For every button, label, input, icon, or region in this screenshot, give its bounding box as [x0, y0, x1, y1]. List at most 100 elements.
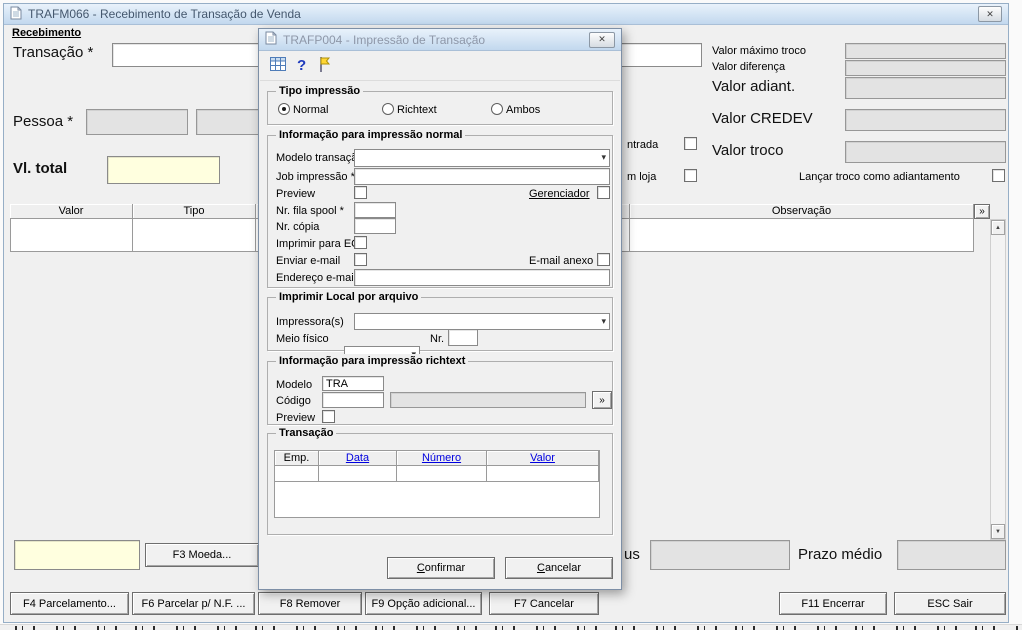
column-header-numero[interactable]: Número [397, 451, 487, 466]
codigo-descricao-field [390, 392, 586, 408]
richtext-preview-label: Preview [276, 412, 316, 424]
valor-adiant-field [845, 77, 1006, 99]
pessoa-field-1 [86, 109, 188, 135]
codigo-lookup-button[interactable]: » [592, 391, 612, 409]
f9-opcao-adicional-button[interactable]: F9 Opção adicional... [365, 592, 482, 615]
print-dialog: TRAFP004 - Impressão de Transação ✕ ? Ti… [258, 28, 622, 590]
email-anexo-label: E-mail anexo [529, 255, 594, 267]
main-window-title: TRAFM066 - Recebimento de Transação de V… [28, 7, 301, 21]
table-cell[interactable] [275, 466, 319, 482]
nr-label: Nr. [430, 333, 445, 345]
imprimir-local-group: Imprimir Local por arquivo Impressora(s)… [267, 290, 613, 363]
f7-cancelar-button[interactable]: F7 Cancelar [489, 592, 599, 615]
em-loja-checkbox[interactable] [684, 169, 697, 182]
modelo-label: Modelo [276, 379, 313, 391]
nr-input[interactable] [448, 329, 478, 346]
dialog-close-button[interactable]: ✕ [589, 31, 615, 48]
grid-expand-button[interactable]: » [974, 204, 990, 219]
f3-moeda-button[interactable]: F3 Moeda... [145, 543, 259, 567]
screen: TRAFM066 - Recebimento de Transação de V… [0, 0, 1022, 630]
total-pago-input[interactable] [14, 540, 140, 570]
imprimir-ecf-label: Imprimir para ECF [276, 238, 366, 250]
vl-total-input[interactable] [107, 156, 220, 184]
column-header-tipo[interactable]: Tipo [133, 204, 256, 219]
tipo-impressao-legend: Tipo impressão [276, 84, 364, 98]
imprimir-ecf-checkbox[interactable] [354, 236, 367, 249]
document-icon [265, 31, 277, 48]
dialog-title: TRAFP004 - Impressão de Transação [283, 32, 486, 47]
transacao-grid[interactable]: Emp. Data Número Valor [274, 450, 600, 518]
chevron-down-icon: ▾ [601, 315, 606, 326]
scroll-down-button[interactable]: ▼ [991, 524, 1005, 539]
valor-maximo-troco-field [845, 43, 1006, 59]
gerenciador-label: Gerenciador [529, 188, 590, 200]
radio-richtext[interactable] [382, 103, 394, 115]
radio-normal[interactable] [278, 103, 290, 115]
nr-copia-input[interactable] [354, 218, 396, 234]
entrada-checkbox[interactable] [684, 137, 697, 150]
prazo-medio-field [897, 540, 1006, 570]
scroll-up-button[interactable]: ▲ [991, 220, 1005, 235]
confirmar-button[interactable]: Confirmar [387, 557, 495, 579]
transacao-label: Transação * [13, 44, 94, 61]
valor-maximo-troco-label: Valor máximo troco [712, 45, 806, 57]
valor-credev-label: Valor CREDEV [712, 110, 813, 127]
lancar-troco-checkbox[interactable] [992, 169, 1005, 182]
modelo-input[interactable]: TRA [322, 376, 384, 391]
radio-ambos-label: Ambos [506, 104, 541, 116]
close-icon: ✕ [986, 8, 994, 19]
f8-remover-button[interactable]: F8 Remover [258, 592, 362, 615]
status-clipped-label: us [624, 546, 640, 563]
codigo-input[interactable] [322, 392, 384, 408]
table-cell[interactable] [10, 219, 133, 252]
job-impressao-label: Job impressão * [276, 171, 355, 183]
column-header-valor[interactable]: Valor [10, 204, 133, 219]
modelo-transacao-combobox[interactable]: ▾ [354, 149, 610, 167]
lancar-troco-label: Lançar troco como adiantamento [799, 171, 960, 183]
email-anexo-checkbox[interactable] [597, 253, 610, 266]
column-header-valor[interactable]: Valor [487, 451, 599, 466]
column-header-observacao[interactable]: Observação [630, 204, 974, 219]
grid-tool-icon[interactable] [270, 57, 286, 74]
table-cell[interactable] [397, 466, 487, 482]
recebimento-section-label: Recebimento [12, 27, 82, 39]
valor-credev-field [845, 109, 1006, 131]
preview-checkbox[interactable] [354, 186, 367, 199]
cancelar-button[interactable]: Cancelar [505, 557, 613, 579]
vl-total-label: Vl. total [13, 160, 68, 177]
column-header-emp[interactable]: Emp. [275, 451, 319, 466]
transacao-legend: Transação [276, 426, 337, 440]
table-cell[interactable] [133, 219, 256, 252]
help-icon[interactable]: ? [297, 58, 306, 73]
impressao-richtext-group: Informação para impressão richtext Model… [267, 354, 613, 425]
chevron-down-icon: ▾ [601, 152, 606, 163]
gerenciador-checkbox[interactable] [597, 186, 610, 199]
close-icon: ✕ [598, 34, 606, 44]
richtext-preview-checkbox[interactable] [322, 410, 335, 423]
endereco-email-input[interactable] [354, 269, 610, 286]
table-cell[interactable] [319, 466, 397, 482]
vertical-scrollbar[interactable]: ▲ ▼ [990, 219, 1006, 540]
main-window-titlebar[interactable]: TRAFM066 - Recebimento de Transação de V… [4, 4, 1008, 25]
job-impressao-input[interactable] [354, 168, 610, 185]
f11-encerrar-button[interactable]: F11 Encerrar [779, 592, 887, 615]
esc-sair-button[interactable]: ESC Sair [894, 592, 1006, 615]
table-cell[interactable] [630, 219, 974, 252]
f4-parcelamento-button[interactable]: F4 Parcelamento... [10, 592, 129, 615]
valor-diferenca-label: Valor diferença [712, 61, 786, 73]
table-cell[interactable] [487, 466, 599, 482]
impressoras-combobox[interactable]: ▾ [354, 313, 610, 330]
goto-flag-icon[interactable] [317, 56, 331, 76]
enviar-email-checkbox[interactable] [354, 253, 367, 266]
transacao-group: Transação Emp. Data Número Valor [267, 426, 613, 535]
f6-parcelar-button[interactable]: F6 Parcelar p/ N.F. ... [132, 592, 255, 615]
dialog-titlebar[interactable]: TRAFP004 - Impressão de Transação ✕ [259, 29, 621, 51]
column-header-data[interactable]: Data [319, 451, 397, 466]
radio-ambos[interactable] [491, 103, 503, 115]
preview-label: Preview [276, 188, 316, 200]
impressao-richtext-legend: Informação para impressão richtext [276, 354, 469, 368]
main-close-button[interactable]: ✕ [978, 6, 1002, 22]
radio-normal-label: Normal [293, 104, 329, 116]
impressao-normal-group: Informação para impressão normal Modelo … [267, 128, 613, 288]
nr-fila-spool-input[interactable] [354, 202, 396, 218]
